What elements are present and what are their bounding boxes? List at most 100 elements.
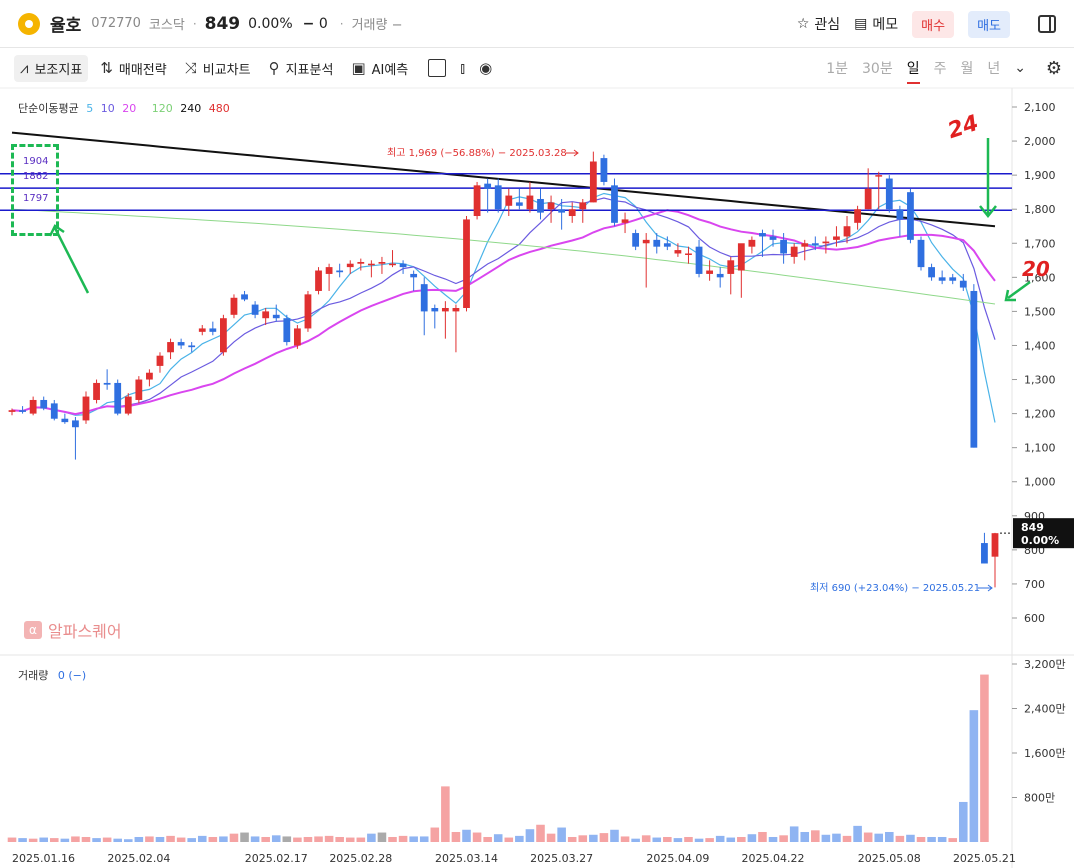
volume-bar <box>705 838 714 842</box>
candle-body <box>811 243 819 245</box>
handwritten-20-label: 20 <box>1022 257 1050 281</box>
candle-body <box>864 188 872 210</box>
candle-body <box>452 307 460 312</box>
volume-legend: 거래량 0 (−) <box>18 669 87 682</box>
candle-body <box>399 263 407 268</box>
volume-bar <box>81 836 91 842</box>
x-tick-label: 2025.02.28 <box>329 852 392 865</box>
volume-bar <box>546 833 556 842</box>
candle-body <box>473 185 481 217</box>
candle-body <box>632 233 640 247</box>
volume-bar <box>842 835 852 842</box>
candle-body <box>378 262 386 264</box>
volume-bar <box>948 838 958 842</box>
volume-bar <box>599 833 609 842</box>
candle-body <box>833 236 840 240</box>
alpha-logo-icon: α <box>24 621 42 639</box>
volume-bar <box>409 836 418 842</box>
candle-body <box>991 533 999 557</box>
candle-body <box>759 233 766 237</box>
candle-body <box>663 243 671 247</box>
volume-bar <box>673 838 683 842</box>
handwritten-24-label: 24 <box>945 111 982 144</box>
candle-body <box>589 161 597 203</box>
candle-body <box>928 267 935 278</box>
price-chart[interactable]: 2,1002,0001,9001,8001,7001,6001,5001,400… <box>0 0 1074 868</box>
x-tick-label: 2025.05.08 <box>858 852 921 865</box>
volume-bar <box>652 837 662 842</box>
volume-bar <box>367 833 376 842</box>
y-tick-label: 2,000 <box>1024 135 1056 148</box>
candle-body <box>262 311 270 319</box>
volume-bar <box>937 836 947 842</box>
high-price-annotation: 최고 1,969 (−56.88%) − 2025.03.28 <box>387 147 567 159</box>
candle-body <box>431 307 439 312</box>
candle-body <box>272 314 280 319</box>
candle-body <box>61 418 69 423</box>
candle-body <box>82 396 90 421</box>
volume-bar <box>641 835 651 842</box>
ma-480-label: 480 <box>208 102 230 115</box>
volume-bar <box>567 836 577 842</box>
y-tick-label: 1,800 <box>1024 203 1056 216</box>
candle-body <box>885 178 893 210</box>
candle-body <box>494 185 502 210</box>
candle-body <box>706 270 714 274</box>
candle-body <box>621 219 629 223</box>
volume-bar <box>335 836 344 842</box>
y-tick-label: 600 <box>1024 612 1045 625</box>
volume-bar <box>123 839 133 842</box>
volume-bar <box>557 827 566 842</box>
candle-body <box>938 277 946 281</box>
candle-body <box>790 246 798 257</box>
candle-body <box>19 410 26 412</box>
volume-bar <box>261 836 270 842</box>
candle-body <box>8 410 16 412</box>
candle-body <box>103 382 111 385</box>
volume-bar <box>863 832 873 842</box>
candle-body <box>40 399 48 409</box>
candle-body <box>29 399 37 414</box>
x-tick-label: 2025.02.04 <box>107 852 170 865</box>
x-tick-label: 2025.05.21 <box>953 852 1016 865</box>
volume-bar <box>441 786 450 842</box>
volume-bar <box>906 834 915 842</box>
volume-bar <box>250 836 260 842</box>
volume-bar <box>197 835 207 842</box>
candle-body <box>441 307 449 312</box>
volume-bar <box>789 826 799 842</box>
candle-body <box>727 260 735 274</box>
y-tick-label: 1,400 <box>1024 339 1056 352</box>
x-tick-label: 2025.01.16 <box>12 852 75 865</box>
candle-body <box>315 270 322 291</box>
volume-bar <box>18 838 27 842</box>
y-tick-label: 1,000 <box>1024 476 1056 489</box>
alphasquare-watermark: α 알파스퀘어 <box>24 618 122 642</box>
candle-body <box>156 355 164 366</box>
candle-body <box>801 243 809 247</box>
volume-bar <box>419 836 429 842</box>
volume-bar <box>525 829 535 842</box>
ma-120-line <box>11 208 996 305</box>
y-tick-label: 1,900 <box>1024 169 1056 182</box>
candle-body <box>346 263 354 268</box>
volume-bar <box>356 837 366 842</box>
volume-bar <box>102 837 112 842</box>
candle-body <box>822 241 830 244</box>
candle-body <box>515 202 523 206</box>
ma-120-label: 120 <box>151 102 173 115</box>
volume-bar <box>314 836 323 842</box>
candle-body <box>336 270 344 273</box>
candle-body <box>114 382 122 414</box>
x-tick-label: 2025.04.09 <box>646 852 709 865</box>
candle-body <box>716 273 724 278</box>
green-arrow-line <box>1007 280 1031 300</box>
x-tick-label: 2025.04.22 <box>742 852 805 865</box>
volume-bar <box>113 838 122 842</box>
candle-body <box>674 250 682 254</box>
volume-bar <box>515 835 524 842</box>
candle-body <box>177 342 185 346</box>
candle-body <box>357 262 365 264</box>
y-tick-label: 2,100 <box>1024 101 1056 114</box>
y-tick-label: 1,700 <box>1024 237 1056 250</box>
